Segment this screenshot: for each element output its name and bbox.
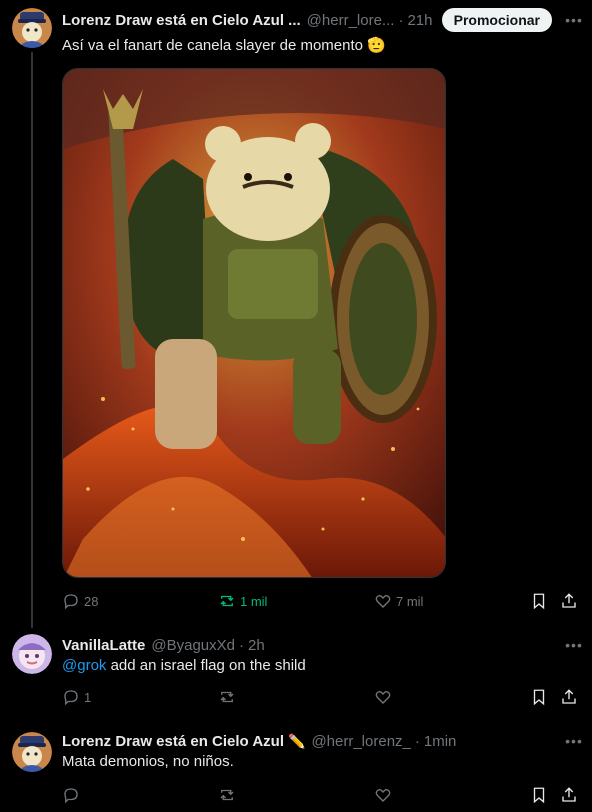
author-name[interactable]: VanillaLatte <box>62 637 145 654</box>
like-icon <box>375 595 391 608</box>
repost-icon <box>220 595 234 607</box>
repost-icon <box>220 691 234 703</box>
like-button[interactable]: 7 mil <box>374 592 423 610</box>
separator-dot: · <box>398 11 404 29</box>
post-image[interactable] <box>62 68 446 578</box>
repost-count: 1 mil <box>240 593 268 609</box>
post-text-body: Así va el fanart de canela slayer de mom… <box>62 37 363 54</box>
reply-count: 1 <box>84 689 92 705</box>
separator-dot: · <box>238 636 244 654</box>
reply-button[interactable] <box>62 786 80 804</box>
reply-count: 28 <box>84 593 99 609</box>
avatar[interactable] <box>12 732 52 772</box>
author-handle[interactable]: @ByaguxXd <box>151 637 235 654</box>
reply-icon <box>64 594 78 610</box>
repost-icon <box>220 789 234 801</box>
like-button[interactable] <box>374 786 392 804</box>
bookmark-button[interactable] <box>530 592 548 610</box>
author-handle[interactable]: @herr_lorenz_ <box>311 733 410 750</box>
repost-button[interactable] <box>218 786 236 804</box>
more-icon[interactable]: ••• <box>564 10 584 30</box>
like-button[interactable] <box>374 688 392 706</box>
post-text: Así va el fanart de canela slayer de mom… <box>62 36 576 56</box>
pencil-emoji-icon: ✏️ <box>288 732 306 749</box>
repost-button[interactable]: 1 mil <box>218 592 267 610</box>
reply-button[interactable]: 1 <box>62 688 91 706</box>
author-name[interactable]: Lorenz Draw está en Cielo Azul ... <box>62 12 301 29</box>
like-count: 7 mil <box>396 593 424 609</box>
post-actions <box>62 786 580 806</box>
bookmark-button[interactable] <box>530 786 548 804</box>
author-name[interactable]: Lorenz Draw está en Cielo Azul <box>62 733 284 750</box>
post-text: @grok add an israel flag on the shild <box>62 656 576 676</box>
bookmark-icon <box>533 593 545 610</box>
share-button[interactable] <box>560 592 578 610</box>
bookmark-icon <box>533 787 545 804</box>
more-icon[interactable]: ••• <box>564 635 584 655</box>
share-icon <box>562 689 576 704</box>
timestamp[interactable]: 2h <box>248 637 265 654</box>
post-text-body: Mata demonios, no niños. <box>62 753 234 770</box>
reply-icon <box>64 788 78 804</box>
share-button[interactable] <box>560 688 578 706</box>
post-text: Mata demonios, no niños. <box>62 752 576 772</box>
share-button[interactable] <box>560 786 578 804</box>
author-handle[interactable]: @herr_lore... <box>307 12 395 29</box>
promote-button[interactable]: Promocionar <box>441 8 552 32</box>
bookmark-button[interactable] <box>530 688 548 706</box>
reply-button[interactable]: 28 <box>62 592 98 610</box>
share-icon <box>562 787 576 802</box>
share-icon <box>562 593 576 608</box>
post-reply-2[interactable]: Lorenz Draw está en Cielo Azul ✏️ @herr_… <box>0 726 592 812</box>
separator-dot: · <box>414 732 420 750</box>
like-icon <box>375 789 391 802</box>
more-icon[interactable]: ••• <box>564 731 584 751</box>
timestamp[interactable]: 1min <box>424 733 457 750</box>
post-text-body: add an israel flag on the shild <box>106 657 306 674</box>
post-reply-1[interactable]: VanillaLatte @ByaguxXd · 2h ••• @grok ad… <box>0 628 592 724</box>
post-actions: 28 1 mil 7 mil <box>62 592 580 612</box>
thread-line <box>31 52 33 628</box>
mention-link[interactable]: @grok <box>62 657 106 674</box>
repost-button[interactable] <box>218 688 236 706</box>
bookmark-icon <box>533 689 545 706</box>
timestamp[interactable]: 21h <box>407 12 432 29</box>
like-icon <box>375 691 391 704</box>
avatar[interactable] <box>12 8 52 48</box>
salute-emoji-icon: 🫡 <box>367 37 386 54</box>
reply-icon <box>64 690 78 706</box>
avatar[interactable] <box>12 634 52 674</box>
post-actions: 1 <box>62 688 580 708</box>
post-main[interactable]: Lorenz Draw está en Cielo Azul ... @herr… <box>0 0 592 628</box>
